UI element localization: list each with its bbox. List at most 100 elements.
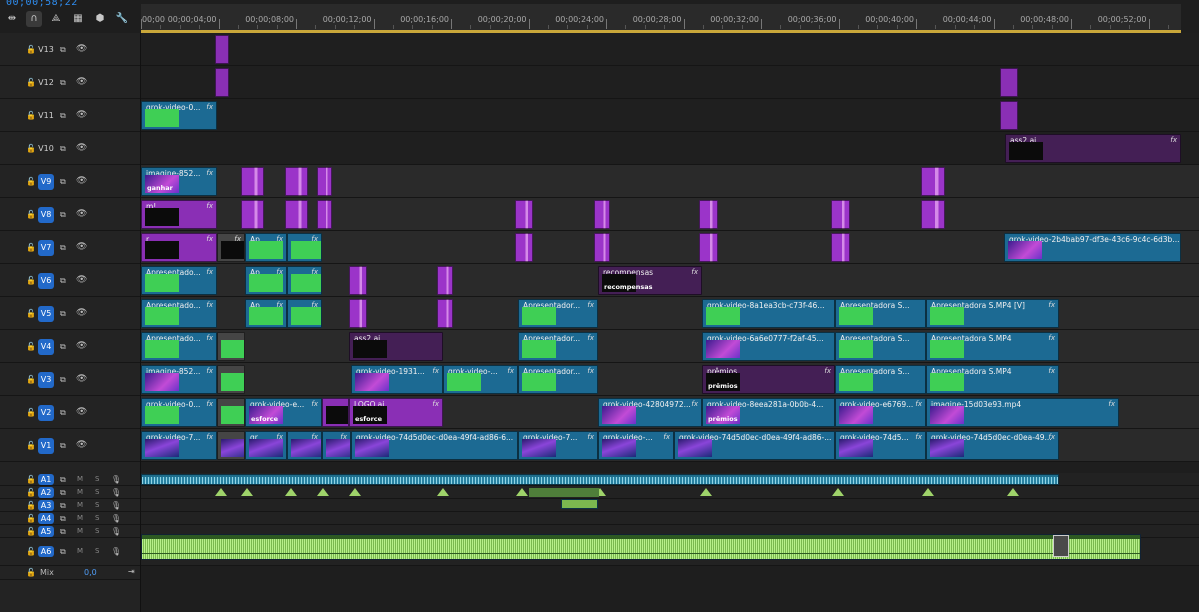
fx-badge[interactable]: fx bbox=[206, 334, 213, 342]
fx-badge[interactable]: fx bbox=[691, 400, 698, 408]
eye-icon[interactable]: 👁 bbox=[76, 242, 87, 252]
lock-icon[interactable]: 🔓 bbox=[26, 527, 36, 536]
video-clip[interactable]: Apresentado... fx bbox=[141, 266, 217, 295]
video-clip[interactable] bbox=[594, 200, 610, 229]
fx-badge[interactable]: fx bbox=[507, 367, 514, 375]
wrench-icon[interactable]: 🔧 bbox=[114, 11, 130, 27]
sync-lock-icon[interactable]: ⧉ bbox=[60, 144, 66, 154]
lock-icon[interactable]: 🔓 bbox=[26, 375, 36, 384]
video-clip[interactable]: fx bbox=[287, 266, 322, 295]
video-clip[interactable]: Apresentadora S.MP4 [V] fx bbox=[926, 299, 1059, 328]
video-clip[interactable]: fx bbox=[322, 431, 351, 460]
video-clip[interactable]: grok-video-74d5d0ec-d0ea-49... fx bbox=[926, 431, 1059, 460]
fx-badge[interactable]: fx bbox=[1170, 136, 1177, 144]
playhead-marker[interactable] bbox=[1053, 535, 1069, 557]
microphone-icon[interactable]: 🎙 bbox=[111, 527, 121, 536]
microphone-icon[interactable]: 🎙 bbox=[111, 475, 121, 484]
video-clip[interactable]: grok-video-7... fx bbox=[518, 431, 598, 460]
video-clip[interactable] bbox=[921, 200, 945, 229]
fx-badge[interactable]: fx bbox=[824, 367, 831, 375]
lock-icon[interactable]: 🔓 bbox=[26, 45, 36, 54]
track-label[interactable]: V13 bbox=[38, 45, 54, 54]
fx-badge[interactable]: fx bbox=[206, 268, 213, 276]
video-clip[interactable] bbox=[317, 200, 332, 229]
track-label[interactable]: A4 bbox=[38, 512, 54, 524]
video-clip[interactable]: fx bbox=[287, 233, 322, 262]
microphone-icon[interactable]: 🎙 bbox=[111, 514, 121, 523]
add-marker-icon[interactable]: ⟁ bbox=[48, 11, 64, 27]
sync-lock-icon[interactable]: ⧉ bbox=[60, 342, 66, 352]
fx-badge[interactable]: fx bbox=[915, 433, 922, 441]
video-clip[interactable]: LOGO.ai fx esforce bbox=[349, 398, 443, 427]
fx-badge[interactable]: fx bbox=[587, 301, 594, 309]
microphone-icon[interactable]: 🎙 bbox=[111, 501, 121, 510]
track-label[interactable]: V5 bbox=[38, 305, 54, 322]
video-clip[interactable]: grok-video-0... fx bbox=[141, 398, 217, 427]
video-clip[interactable]: Apresentadora S... bbox=[835, 365, 926, 394]
track-label[interactable]: V12 bbox=[38, 78, 54, 87]
video-clip[interactable] bbox=[215, 35, 229, 64]
fx-badge[interactable]: fx bbox=[206, 400, 213, 408]
video-clip[interactable]: gr... fx bbox=[245, 431, 287, 460]
track-lanes[interactable]: grok-video-0... fx ass2.ai fx imagine-852...… bbox=[141, 33, 1199, 612]
fx-badge[interactable]: fx bbox=[1048, 433, 1055, 441]
sync-lock-icon[interactable]: ⧉ bbox=[60, 210, 66, 220]
linked-selection-icon[interactable]: ∩ bbox=[26, 11, 42, 27]
video-clip[interactable] bbox=[1000, 68, 1018, 97]
video-clip[interactable] bbox=[217, 365, 245, 394]
sync-lock-icon[interactable]: ⧉ bbox=[60, 488, 66, 498]
video-clip[interactable]: fx bbox=[287, 431, 322, 460]
eye-icon[interactable]: 👁 bbox=[76, 143, 87, 153]
eye-icon[interactable]: 👁 bbox=[76, 275, 87, 285]
sync-lock-icon[interactable]: ⧉ bbox=[60, 527, 66, 537]
lock-icon[interactable]: 🔓 bbox=[26, 243, 36, 252]
video-clip[interactable] bbox=[217, 398, 245, 427]
video-clip[interactable]: Apresentado... fx bbox=[141, 332, 217, 361]
audio-transition[interactable] bbox=[241, 488, 253, 496]
eye-icon[interactable]: 👁 bbox=[76, 374, 87, 384]
fx-badge[interactable]: fx bbox=[691, 268, 698, 276]
eye-icon[interactable]: 👁 bbox=[76, 407, 87, 417]
video-clip[interactable] bbox=[831, 200, 850, 229]
fx-badge[interactable]: fx bbox=[1048, 301, 1055, 309]
video-clip[interactable]: grok-video-74d5d0ec-d0ea-49f4-ad86-6... bbox=[351, 431, 518, 460]
video-clip[interactable]: prêmios fx prêmios bbox=[702, 365, 835, 394]
video-clip[interactable]: Apresentadora S... bbox=[835, 299, 926, 328]
video-clip[interactable]: recompensas fx recompensas bbox=[598, 266, 702, 295]
track-label[interactable]: V4 bbox=[38, 338, 54, 355]
video-clip[interactable]: grok-video-0... fx bbox=[141, 101, 217, 130]
fx-badge[interactable]: fx bbox=[206, 367, 213, 375]
fx-badge[interactable]: fx bbox=[587, 433, 594, 441]
mix-end-icon[interactable]: ⇥ bbox=[128, 567, 135, 576]
microphone-icon[interactable]: 🎙 bbox=[111, 488, 121, 497]
audio-clip-a3[interactable] bbox=[561, 499, 598, 509]
video-clip[interactable]: grok-video-e6769... fx bbox=[835, 398, 926, 427]
track-label[interactable]: V11 bbox=[38, 111, 54, 120]
mute-button[interactable]: M bbox=[77, 514, 83, 522]
sync-lock-icon[interactable]: ⧉ bbox=[60, 309, 66, 319]
video-clip[interactable] bbox=[594, 233, 610, 262]
solo-button[interactable]: S bbox=[95, 488, 99, 496]
track-settings-icon[interactable]: ▦ bbox=[70, 11, 86, 27]
video-clip[interactable]: grok-video-1931... fx bbox=[351, 365, 443, 394]
video-clip[interactable]: grok-video-7... fx bbox=[141, 431, 217, 460]
fx-badge[interactable]: fx bbox=[1048, 367, 1055, 375]
audio-transition[interactable] bbox=[215, 488, 227, 496]
audio-transition[interactable] bbox=[285, 488, 297, 496]
video-clip[interactable] bbox=[515, 233, 533, 262]
fx-badge[interactable]: fx bbox=[206, 103, 213, 111]
video-clip[interactable]: imagine-852... fx ganhar bbox=[141, 167, 217, 196]
lock-icon[interactable]: 🔓 bbox=[26, 475, 36, 484]
sync-lock-icon[interactable]: ⧉ bbox=[60, 375, 66, 385]
lock-icon[interactable]: 🔓 bbox=[26, 111, 36, 120]
video-clip[interactable]: Apresentadora S... bbox=[835, 332, 926, 361]
microphone-icon[interactable]: 🎙 bbox=[111, 547, 121, 556]
video-clip[interactable] bbox=[921, 167, 945, 196]
track-label[interactable]: A5 bbox=[38, 525, 54, 537]
track-label[interactable]: V2 bbox=[38, 404, 54, 421]
sync-lock-icon[interactable]: ⧉ bbox=[60, 441, 66, 451]
video-clip[interactable]: Apresentador... fx bbox=[518, 365, 598, 394]
mix-value[interactable]: 0,0 bbox=[84, 568, 97, 577]
playhead-timecode[interactable]: 00;00;58;22 bbox=[6, 0, 78, 8]
video-clip[interactable]: imagine-852... fx bbox=[141, 365, 217, 394]
